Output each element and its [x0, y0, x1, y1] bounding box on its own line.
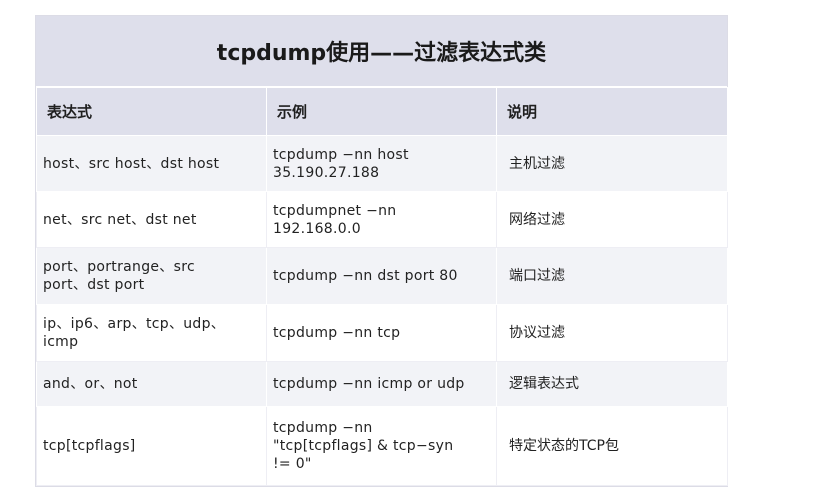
- example-cell: tcpdump −nn dst port 80: [266, 247, 497, 305]
- description-cell: 网络过滤: [496, 191, 728, 248]
- description-cell: 协议过滤: [496, 304, 728, 362]
- table-row: host、src host、dst host tcpdump −nn host …: [36, 135, 728, 192]
- expression-cell: host、src host、dst host: [36, 135, 267, 192]
- description-cell: 端口过滤: [496, 247, 728, 305]
- table-row: port、portrange、src port、dst port tcpdump…: [36, 247, 728, 305]
- expression-cell: tcp[tcpflags]: [36, 406, 267, 486]
- description-cell: 特定状态的TCP包: [496, 406, 728, 486]
- description-cell: 主机过滤: [496, 135, 728, 192]
- example-cell: tcpdump −nn host 35.190.27.188: [266, 135, 497, 192]
- expression-cell: and、or、not: [36, 361, 267, 407]
- table-row: ip、ip6、arp、tcp、udp、 icmp tcpdump −nn tcp…: [36, 304, 728, 362]
- expression-cell: net、src net、dst net: [36, 191, 267, 248]
- example-cell: tcpdump −nn icmp or udp: [266, 361, 497, 407]
- expression-cell: port、portrange、src port、dst port: [36, 247, 267, 305]
- table-title: tcpdump使用——过滤表达式类: [36, 16, 727, 87]
- table-grid: 表达式 示例 说明 host、src host、dst host tcpdump…: [36, 87, 728, 486]
- example-cell: tcpdump −nn "tcp[tcpflags] & tcp−syn != …: [266, 406, 497, 486]
- table-row: tcp[tcpflags] tcpdump −nn "tcp[tcpflags]…: [36, 406, 728, 486]
- example-cell: tcpdumpnet −nn 192.168.0.0: [266, 191, 497, 248]
- table-row: and、or、not tcpdump −nn icmp or udp 逻辑表达式: [36, 361, 728, 407]
- table-row: net、src net、dst net tcpdumpnet −nn 192.1…: [36, 191, 728, 248]
- expression-cell: ip、ip6、arp、tcp、udp、 icmp: [36, 304, 267, 362]
- example-cell: tcpdump −nn tcp: [266, 304, 497, 362]
- table-header-row: 表达式 示例 说明: [36, 87, 728, 136]
- filter-expression-table: tcpdump使用——过滤表达式类 表达式 示例 说明 host、src hos…: [35, 15, 728, 487]
- header-example: 示例: [266, 87, 497, 136]
- header-expression: 表达式: [36, 87, 267, 136]
- description-cell: 逻辑表达式: [496, 361, 728, 407]
- header-description: 说明: [496, 87, 728, 136]
